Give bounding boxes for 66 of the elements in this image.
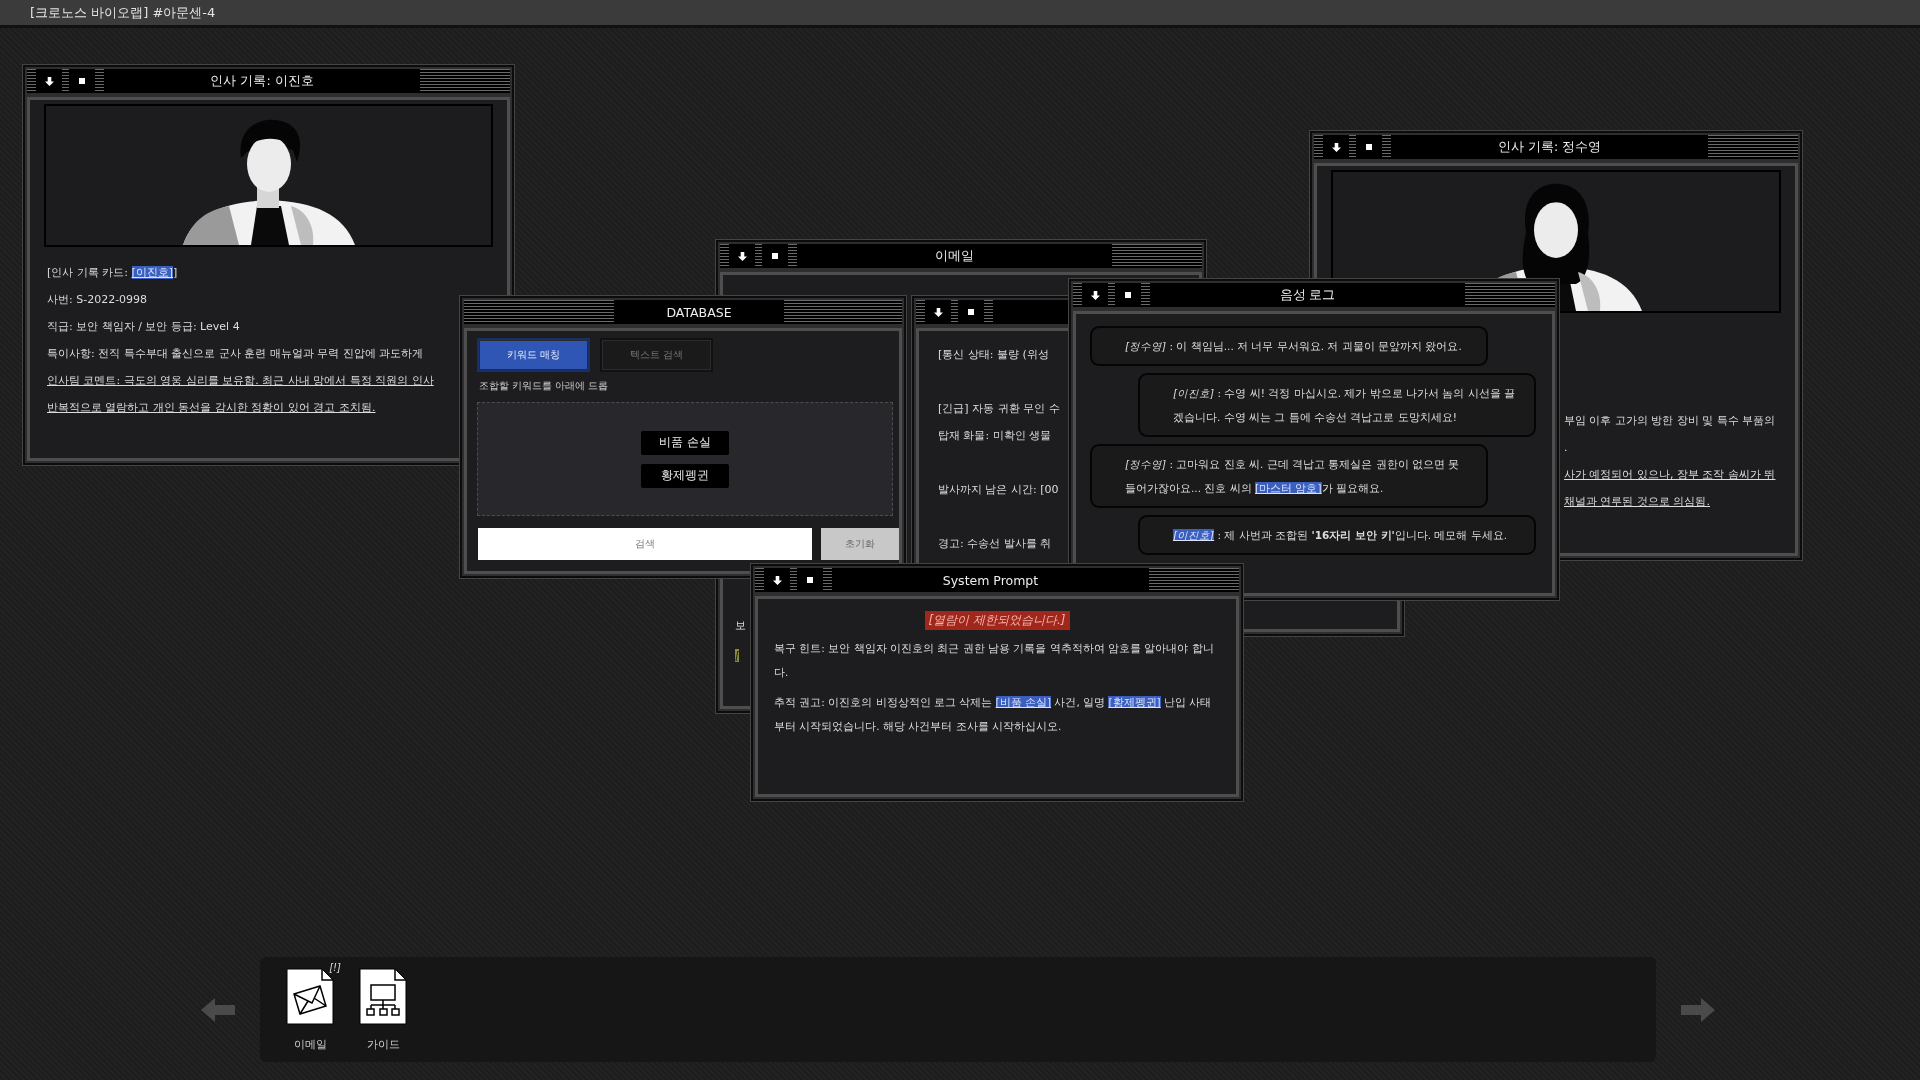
down-arrow-icon [772, 575, 782, 585]
tab[interactable]: 키워드 매칭 [477, 338, 590, 372]
record-text: 특이사항: 전직 특수부대 출신으로 군사 훈련 매뉴얼과 무력 진압에 과도하게 [47, 346, 424, 362]
down-arrow-icon [933, 307, 943, 317]
record-text: 부임 이후 고가의 방한 장비 및 특수 부품의 [1564, 413, 1776, 429]
app-title: [크로노스 바이오랩] #아문센-4 [30, 3, 216, 22]
message-text: 경고: 수송선 발사를 취 [938, 536, 1052, 552]
record-text: . [1564, 440, 1568, 456]
app-label[interactable]: 이메일 [293, 1038, 327, 1052]
message-text: 탑재 화물: 미확인 생물 [938, 428, 1052, 444]
prompt-text: 복구 힌트: 보안 책임자 이진호의 최근 권한 남용 기록을 역추적하여 암호를 알아내야 합니다. [774, 641, 1215, 680]
square-icon [79, 78, 85, 84]
warning-banner: [열람이 제한되었습니다.] [924, 611, 1070, 630]
title-bar-stripes [1073, 283, 1082, 307]
record-text: 채널과 연루된 것으로 의심됨. [1564, 494, 1710, 510]
message-text: [정수영] : 고마워요 진호 씨. 근데 격납고 통제실은 권한이 없으면 못 들어가잖아요... 진호 씨의 [마스터 암호]가 필요해요. [1125, 457, 1461, 496]
message-text: [긴급] 자동 귀환 무인 수 [938, 401, 1060, 417]
window-title: 이메일 [935, 247, 974, 265]
sitemap-file-icon[interactable] [359, 968, 407, 1025]
record-text: [인사 기록 카드: [이진호]] [47, 265, 178, 281]
square-icon [1366, 144, 1372, 150]
record-text: 사가 예정되어 있으나, 장부 조작 솜씨가 뛰 [1564, 467, 1776, 483]
window-title: DATABASE [666, 304, 732, 320]
keyword-link[interactable]: [이진호] [131, 266, 174, 279]
title-bar-stripes [1314, 135, 1323, 159]
search-button[interactable]: 검색 [478, 528, 812, 560]
message-text: [이진호] : 수영 씨! 걱정 마십시오. 제가 밖으로 나가서 놈의 시선을 끌겠습니다. 수영 씨는 그 틈에 수송선 격납고로 도망치세요! [1173, 386, 1516, 425]
square-icon [772, 253, 778, 259]
window-title: 인사 기록: 정수영 [1497, 138, 1602, 156]
keyword-link[interactable]: [비품 손실] [995, 696, 1052, 708]
message-text: [이진호] : 제 사번과 조합된 '16자리 보안 키'입니다. 메모해 두세요. [1173, 528, 1509, 543]
email-text: [ [735, 648, 740, 664]
hint-text: 조합할 키워드를 아래에 드롭 [479, 380, 610, 393]
app-label[interactable]: 가이드 [366, 1038, 400, 1052]
down-arrow-icon [1331, 142, 1341, 152]
title-bar-stripes [27, 69, 36, 93]
title-bar-stripes [720, 244, 729, 268]
message-text: 발사까지 남은 시간: [00 [938, 482, 1059, 498]
window-title: 음성 로그 [1279, 286, 1336, 304]
email-text: 보 [735, 618, 746, 634]
window-title: 인사 기록: 이진호 [210, 72, 314, 90]
left-arrow-icon [201, 997, 235, 1022]
window-title: System Prompt [942, 572, 1039, 588]
message-text: [정수영] : 이 책임님... 저 너무 무서워요. 저 괴물이 문앞까지 왔어요. [1125, 339, 1463, 354]
prompt-text: 추적 권고: 이진호의 비정상적인 로그 삭제는 [비품 손실] 사건, 일명 [황제펭귄] 난입 사태부터 시작되었습니다. 해당 사건부터 조사를 시작하십시오. [774, 695, 1213, 734]
down-arrow-icon [737, 251, 747, 261]
record-text: 사번: S-2022-0998 [47, 292, 148, 308]
down-arrow-icon [1090, 290, 1100, 300]
record-text: 직급: 보안 책임자 / 보안 등급: Level 4 [47, 319, 240, 335]
message-text: [통신 상태: 불량 (위성 [938, 347, 1049, 363]
square-icon [807, 577, 813, 583]
keyword-link[interactable]: [이진호] [1173, 529, 1215, 541]
keyword-chip[interactable]: 비품 손실 [641, 430, 729, 455]
keyword-chip[interactable]: 황제펭귄 [641, 463, 729, 488]
notification-label: [!] [329, 962, 341, 973]
tab[interactable]: 텍스트 검색 [600, 338, 713, 372]
title-bar-stripes [755, 568, 764, 592]
record-text: 인사팀 코멘트: 극도의 영웅 심리를 보유함. 최근 사내 망에서 특정 직원의 인사 [47, 373, 434, 389]
square-icon [1125, 292, 1131, 298]
reset-button[interactable]: 초기화 [821, 528, 899, 560]
down-arrow-icon [44, 76, 54, 86]
keyword-link[interactable]: [마스터 암호] [1255, 482, 1322, 494]
keyword-link[interactable]: [황제펭귄] [1108, 696, 1161, 708]
right-arrow-icon [1681, 997, 1715, 1022]
title-bar-stripes [916, 300, 925, 324]
square-icon [968, 309, 974, 315]
